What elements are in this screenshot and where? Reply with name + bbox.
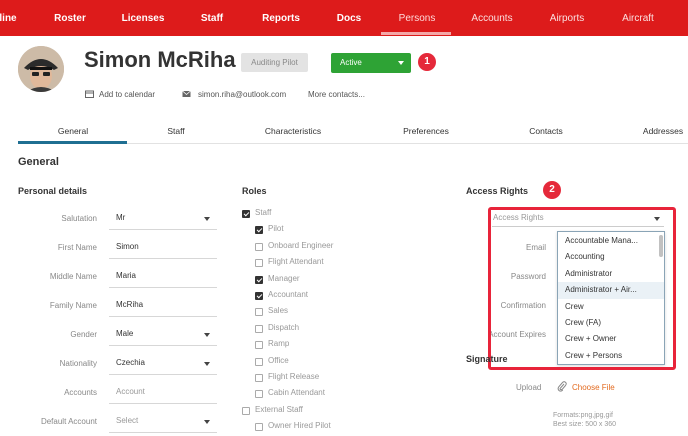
first-name-field[interactable]: Simon — [109, 236, 217, 259]
annotation-highlight-box — [488, 207, 676, 370]
unchecked-checkbox[interactable] — [255, 242, 263, 251]
nav-item-staff[interactable]: Staff — [201, 0, 223, 36]
role-label: Dispatch — [268, 322, 300, 332]
salutation-label: Salutation — [61, 214, 97, 223]
upload-label: Upload — [516, 383, 542, 392]
nav-item-accounts[interactable]: Accounts — [471, 0, 512, 36]
person-name: Simon McRiha — [84, 47, 236, 72]
envelope-icon — [182, 90, 191, 97]
role-label: Cabin Attendant — [268, 388, 325, 398]
accounts-field[interactable]: Account — [109, 381, 217, 404]
unchecked-checkbox[interactable] — [255, 357, 263, 366]
checked-checkbox[interactable] — [255, 275, 263, 284]
unchecked-checkbox[interactable] — [255, 374, 263, 382]
nav-item-licenses[interactable]: Licenses — [122, 0, 165, 36]
unchecked-checkbox[interactable] — [255, 390, 263, 399]
role-label: Flight Release — [268, 372, 320, 381]
nav-item-persons[interactable]: Persons — [399, 0, 436, 36]
role-label: Pilot — [268, 224, 284, 234]
role-badge: Auditing Pilot — [241, 53, 308, 72]
chevron-down-icon — [204, 420, 210, 424]
section-title: General — [18, 156, 59, 168]
unchecked-checkbox[interactable] — [255, 259, 263, 268]
middle-name-label: Middle Name — [49, 272, 97, 281]
nationality-select[interactable]: Czechia — [109, 352, 217, 375]
access-rights-title: Access Rights — [466, 186, 529, 196]
nationality-value: Czechia — [116, 358, 145, 367]
first-name-label: First Name — [57, 243, 97, 252]
middle-name-field[interactable]: Maria — [109, 265, 217, 288]
role-label: Sales — [268, 306, 289, 316]
salutation-value: Mr — [116, 213, 126, 222]
signature-title: Signature — [466, 354, 508, 364]
formats-text: Formats:png,jpg,gif — [553, 412, 613, 419]
role-label: Staff — [255, 208, 272, 217]
role-label: Owner Hired Pilot — [268, 421, 331, 431]
paperclip-icon — [557, 381, 567, 395]
gender-label: Gender — [70, 330, 97, 339]
role-label: Accountant — [268, 290, 309, 299]
default-account-label: Default Account — [40, 417, 97, 426]
nav-item-roster[interactable]: Roster — [54, 0, 86, 36]
nav-item-aircraft[interactable]: Aircraft — [622, 0, 654, 36]
tab-staff[interactable]: Staff — [167, 126, 184, 136]
tab-addresses[interactable]: Addresses — [643, 126, 683, 136]
active-tab-indicator — [18, 141, 127, 144]
role-label: Flight Attendant — [268, 257, 324, 267]
nationality-label: Nationality — [59, 359, 97, 368]
nav-item-docs[interactable]: Docs — [337, 0, 361, 36]
tab-preferences[interactable]: Preferences — [403, 126, 449, 136]
choose-file-link[interactable]: Choose File — [572, 383, 615, 392]
role-label: External Staff — [255, 404, 303, 414]
role-label: Office — [268, 355, 289, 365]
format-note: Formats:png,jpg,gif Best size: 500 x 360 — [553, 411, 616, 429]
nav-item-line[interactable]: line — [0, 0, 17, 36]
email-link[interactable]: simon.riha@outlook.com — [198, 90, 286, 99]
top-navigation: line Roster Licenses Staff Reports Docs … — [0, 0, 688, 36]
calendar-icon — [85, 90, 94, 98]
annotation-marker-2: 2 — [543, 181, 561, 199]
nav-item-airports[interactable]: Airports — [550, 0, 584, 36]
chevron-down-icon — [204, 362, 210, 366]
default-account-select[interactable]: Select — [109, 410, 217, 433]
unchecked-checkbox[interactable] — [255, 423, 263, 432]
chevron-down-icon — [204, 217, 210, 221]
roles-title: Roles — [242, 186, 267, 196]
nav-item-reports[interactable]: Reports — [262, 0, 300, 36]
unchecked-checkbox[interactable] — [255, 308, 263, 317]
tab-contacts[interactable]: Contacts — [529, 126, 563, 136]
status-dropdown[interactable]: Active — [331, 53, 411, 73]
default-account-value: Select — [116, 416, 139, 425]
tab-general[interactable]: General — [58, 126, 88, 136]
active-nav-indicator — [381, 32, 451, 35]
unchecked-checkbox[interactable] — [255, 341, 263, 350]
annotation-marker-1: 1 — [418, 53, 436, 71]
checked-checkbox[interactable] — [255, 292, 263, 300]
chevron-down-icon — [204, 333, 210, 337]
salutation-select[interactable]: Mr — [109, 207, 217, 230]
role-label: Ramp — [268, 339, 290, 349]
avatar — [18, 46, 64, 92]
role-label: Onboard Engineer — [268, 240, 334, 250]
best-size-text: Best size: 500 x 360 — [553, 421, 617, 428]
gender-select[interactable]: Male — [109, 323, 217, 346]
unchecked-checkbox[interactable] — [242, 406, 250, 415]
family-name-label: Family Name — [49, 301, 97, 310]
family-name-field[interactable]: McRiha — [109, 294, 217, 317]
accounts-label: Accounts — [64, 388, 97, 397]
tab-characteristics[interactable]: Characteristics — [265, 126, 321, 136]
checked-checkbox[interactable] — [242, 210, 250, 218]
status-value: Active — [340, 58, 362, 67]
add-to-calendar-link[interactable]: Add to calendar — [99, 90, 155, 99]
chevron-down-icon — [398, 61, 404, 65]
checked-checkbox[interactable] — [255, 226, 263, 235]
personal-details-title: Personal details — [18, 186, 88, 196]
more-contacts-link[interactable]: More contacts... — [308, 90, 365, 99]
unchecked-checkbox[interactable] — [255, 324, 263, 333]
gender-value: Male — [116, 329, 134, 338]
role-label: Manager — [268, 273, 300, 283]
